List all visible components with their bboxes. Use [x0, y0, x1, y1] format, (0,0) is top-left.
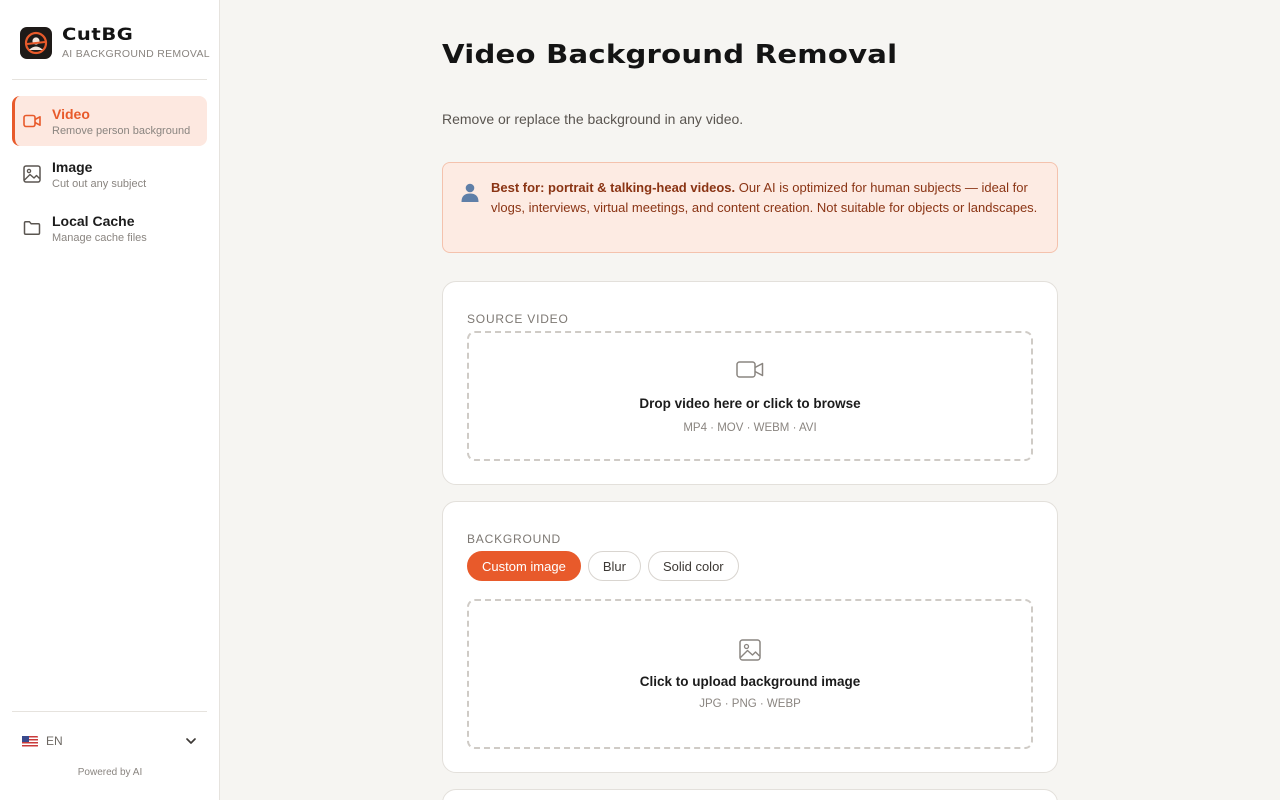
background-formats: JPG · PNG · WEBP [699, 697, 801, 710]
tab-solid-color[interactable]: Solid color [647, 551, 739, 581]
source-video-card: SOURCE VIDEO Drop video here or click to… [442, 281, 1058, 485]
sidebar-divider [12, 711, 207, 712]
video-formats: MP4 · MOV · WEBM · AVI [683, 421, 817, 434]
sidebar-item-title: Local Cache [52, 212, 135, 229]
folder-icon [22, 218, 42, 238]
brand[interactable]: CutBG AI BACKGROUND REMOVAL [20, 26, 210, 60]
sidebar-item-video[interactable]: Video Remove person background [12, 96, 207, 146]
brand-logo-icon [20, 27, 52, 59]
video-dropzone-title: Drop video here or click to browse [639, 395, 861, 411]
image-icon [22, 164, 42, 184]
info-notice: Best for: portrait & talking-head videos… [442, 162, 1058, 253]
source-video-label: SOURCE VIDEO [467, 312, 569, 326]
sidebar-divider [12, 79, 207, 80]
background-card: BACKGROUND Custom image Blur Solid color… [442, 501, 1058, 773]
notice-bold-text: Best for: portrait & talking-head videos… [491, 180, 736, 195]
video-camera-icon [736, 359, 764, 384]
brand-tagline: AI BACKGROUND REMOVAL [62, 48, 210, 60]
us-flag-icon [22, 735, 38, 747]
language-selector[interactable]: EN [12, 728, 207, 754]
background-tabs: Custom image Blur Solid color [467, 551, 739, 581]
sidebar-item-local-cache[interactable]: Local Cache Manage cache files [12, 203, 207, 253]
sidebar-item-subtitle: Cut out any subject [52, 177, 147, 190]
chevron-down-icon [185, 734, 197, 752]
sidebar-item-subtitle: Remove person background [52, 124, 191, 137]
powered-by: Powered by AI [77, 767, 143, 778]
background-image-dropzone[interactable]: Click to upload background image JPG · P… [467, 599, 1033, 749]
page-subtitle: Remove or replace the background in any … [442, 111, 744, 127]
page-title: Video Background Removal [442, 40, 898, 70]
sidebar-item-image[interactable]: Image Cut out any subject [12, 149, 207, 199]
language-code: EN [46, 734, 63, 748]
next-card [442, 789, 1058, 800]
background-upload-title: Click to upload background image [639, 673, 861, 689]
video-dropzone[interactable]: Drop video here or click to browse MP4 ·… [467, 331, 1033, 461]
sidebar-item-subtitle: Manage cache files [52, 231, 147, 244]
image-icon [739, 638, 761, 666]
video-camera-icon [22, 111, 42, 131]
background-label: BACKGROUND [467, 532, 562, 546]
person-icon [459, 181, 481, 209]
sidebar-item-title: Video [52, 105, 90, 122]
tab-custom-image[interactable]: Custom image [467, 551, 581, 581]
brand-name: CutBG [62, 25, 134, 45]
tab-blur[interactable]: Blur [587, 551, 641, 581]
sidebar-item-title: Image [52, 158, 93, 175]
sidebar: CutBG AI BACKGROUND REMOVAL Video Remove… [0, 0, 220, 800]
